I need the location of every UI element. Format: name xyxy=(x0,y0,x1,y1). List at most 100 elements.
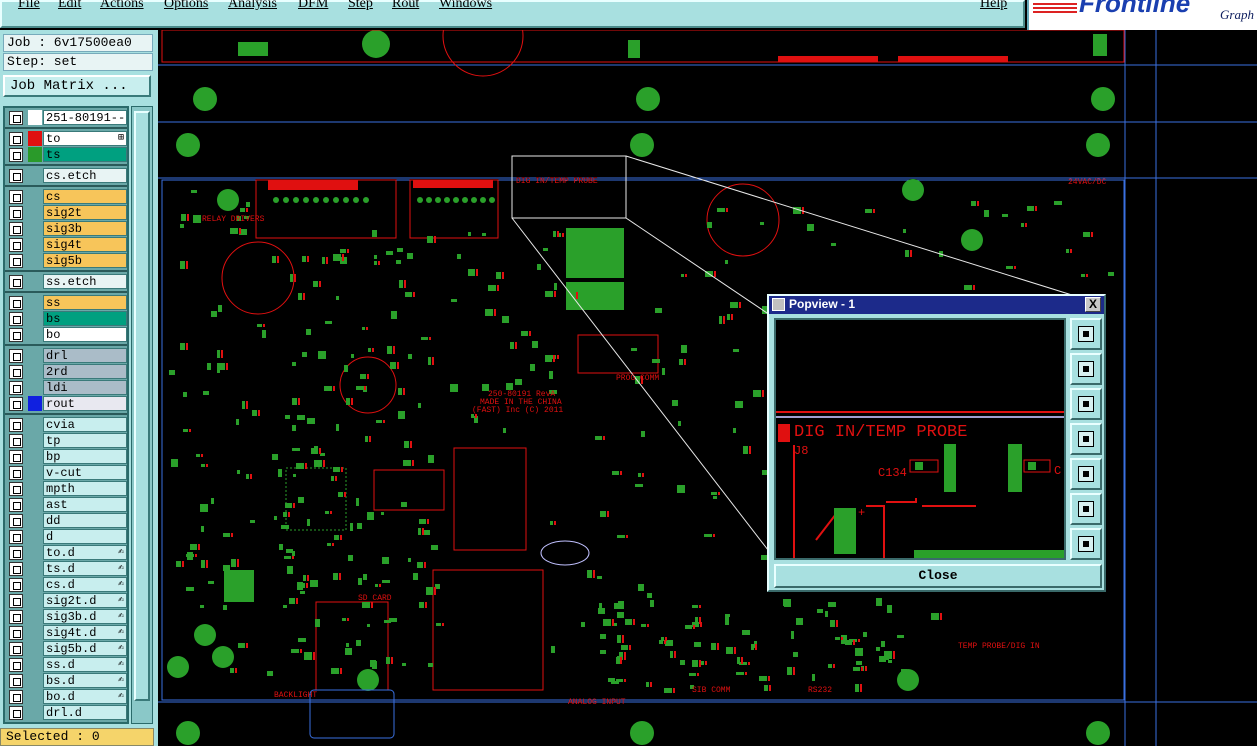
job-matrix-button[interactable]: Job Matrix ... xyxy=(3,75,151,97)
layer-display-checkbox[interactable] xyxy=(9,254,23,268)
layer-display-checkbox[interactable] xyxy=(9,397,23,411)
menu-windows[interactable]: Windows xyxy=(439,0,492,12)
layer-name[interactable]: sig2t.d ✍ xyxy=(43,593,127,608)
layer-row[interactable]: sig5b xyxy=(7,253,127,268)
layer-row[interactable]: cs.etch xyxy=(7,168,127,183)
layer-name[interactable]: mpth xyxy=(43,481,127,496)
close-icon[interactable]: X xyxy=(1085,297,1101,312)
layer-name[interactable]: d xyxy=(43,529,127,544)
layer-display-checkbox[interactable] xyxy=(9,690,23,704)
layer-list-scrollbar[interactable] xyxy=(131,106,153,724)
layer-row[interactable]: bs.d ✍ xyxy=(7,673,127,688)
menu-rout[interactable]: Rout xyxy=(392,0,419,12)
layer-row[interactable]: 251-80191--- xyxy=(7,110,127,125)
menu-help[interactable]: Help xyxy=(980,0,1007,12)
layer-name[interactable]: bs xyxy=(43,311,127,326)
layer-row[interactable]: bp xyxy=(7,449,127,464)
layer-name[interactable]: drl xyxy=(43,348,127,363)
layer-display-checkbox[interactable] xyxy=(9,626,23,640)
layer-name[interactable]: sig3b.d ✍ xyxy=(43,609,127,624)
layer-name[interactable]: sig5b.d ✍ xyxy=(43,641,127,656)
layer-name[interactable]: ldi xyxy=(43,380,127,395)
layer-name[interactable]: sig2t xyxy=(43,205,127,220)
layer-row[interactable]: bo.d ✍ xyxy=(7,689,127,704)
menu-step[interactable]: Step xyxy=(348,0,373,12)
layer-display-checkbox[interactable] xyxy=(9,434,23,448)
menu-file[interactable]: File xyxy=(18,0,40,12)
layer-display-checkbox[interactable] xyxy=(9,594,23,608)
layer-display-checkbox[interactable] xyxy=(9,312,23,326)
layer-row[interactable]: ts.d ✍ xyxy=(7,561,127,576)
layer-row[interactable]: tp xyxy=(7,433,127,448)
layer-color-swatch[interactable] xyxy=(28,147,42,162)
layer-display-checkbox[interactable] xyxy=(9,578,23,592)
layer-row[interactable]: sig3b.d ✍ xyxy=(7,609,127,624)
layer-name[interactable]: bo.d ✍ xyxy=(43,689,127,704)
layer-name[interactable]: ss.d ✍ xyxy=(43,657,127,672)
popview-close-button[interactable]: Close xyxy=(774,564,1102,588)
layer-display-checkbox[interactable] xyxy=(9,530,23,544)
layer-display-checkbox[interactable] xyxy=(9,238,23,252)
layer-row[interactable]: ts xyxy=(7,147,127,162)
layer-row[interactable]: v-cut xyxy=(7,465,127,480)
layer-name[interactable]: cs xyxy=(43,189,127,204)
layer-name[interactable]: bo xyxy=(43,327,127,342)
layer-display-checkbox[interactable] xyxy=(9,222,23,236)
layer-name[interactable]: ss xyxy=(43,295,127,310)
layer-name[interactable]: to ⊞ xyxy=(43,131,127,146)
layer-row[interactable]: bo xyxy=(7,327,127,342)
layer-name[interactable]: cs.d ✍ xyxy=(43,577,127,592)
layer-row[interactable]: sig3b xyxy=(7,221,127,236)
layer-row[interactable]: cs xyxy=(7,189,127,204)
layer-row[interactable]: rout xyxy=(7,396,127,411)
layer-display-checkbox[interactable] xyxy=(9,148,23,162)
layer-name[interactable]: sig4t.d ✍ xyxy=(43,625,127,640)
layer-name[interactable]: cvia xyxy=(43,417,127,432)
layer-display-checkbox[interactable] xyxy=(9,111,23,125)
zoom-in-button[interactable] xyxy=(1070,493,1102,525)
layer-display-checkbox[interactable] xyxy=(9,206,23,220)
layer-name[interactable]: 2rd xyxy=(43,364,127,379)
layer-name[interactable]: ast xyxy=(43,497,127,512)
zoom-home-button[interactable] xyxy=(1070,318,1102,350)
layer-row[interactable]: sig2t.d ✍ xyxy=(7,593,127,608)
layer-name[interactable]: sig3b xyxy=(43,221,127,236)
menu-actions[interactable]: Actions xyxy=(100,0,144,12)
layer-color-swatch[interactable] xyxy=(28,396,42,411)
layer-display-checkbox[interactable] xyxy=(9,514,23,528)
layer-display-checkbox[interactable] xyxy=(9,466,23,480)
popview-title-bar[interactable]: Popview - 1 X xyxy=(769,296,1104,314)
layer-display-checkbox[interactable] xyxy=(9,190,23,204)
window-menu-icon[interactable] xyxy=(772,298,785,311)
layer-name[interactable]: sig4t xyxy=(43,237,127,252)
layer-name[interactable]: ts xyxy=(43,147,127,162)
layer-display-checkbox[interactable] xyxy=(9,328,23,342)
layer-display-checkbox[interactable] xyxy=(9,381,23,395)
layer-display-checkbox[interactable] xyxy=(9,482,23,496)
layer-row[interactable]: 2rd xyxy=(7,364,127,379)
layer-display-checkbox[interactable] xyxy=(9,450,23,464)
layer-name[interactable]: bs.d ✍ xyxy=(43,673,127,688)
layer-row[interactable]: sig2t xyxy=(7,205,127,220)
layer-row[interactable]: sig4t xyxy=(7,237,127,252)
layer-row[interactable]: sig4t.d ✍ xyxy=(7,625,127,640)
layer-display-checkbox[interactable] xyxy=(9,658,23,672)
layer-display-checkbox[interactable] xyxy=(9,349,23,363)
layer-row[interactable]: ldi xyxy=(7,380,127,395)
layer-row[interactable]: d xyxy=(7,529,127,544)
layer-name[interactable]: drl.d xyxy=(43,705,127,720)
layer-color-swatch[interactable] xyxy=(28,131,42,146)
layer-row[interactable]: bs xyxy=(7,311,127,326)
layer-row[interactable]: ss.etch xyxy=(7,274,127,289)
layer-display-checkbox[interactable] xyxy=(9,642,23,656)
layer-name[interactable]: bp xyxy=(43,449,127,464)
menu-dfm[interactable]: DFM xyxy=(298,0,328,12)
layer-display-checkbox[interactable] xyxy=(9,169,23,183)
layer-name[interactable]: v-cut xyxy=(43,465,127,480)
layer-row[interactable]: drl xyxy=(7,348,127,363)
layer-display-checkbox[interactable] xyxy=(9,365,23,379)
pan-down-button[interactable] xyxy=(1070,388,1102,420)
layer-color-swatch[interactable] xyxy=(28,110,42,125)
layer-row[interactable]: mpth xyxy=(7,481,127,496)
layer-display-checkbox[interactable] xyxy=(9,132,23,146)
